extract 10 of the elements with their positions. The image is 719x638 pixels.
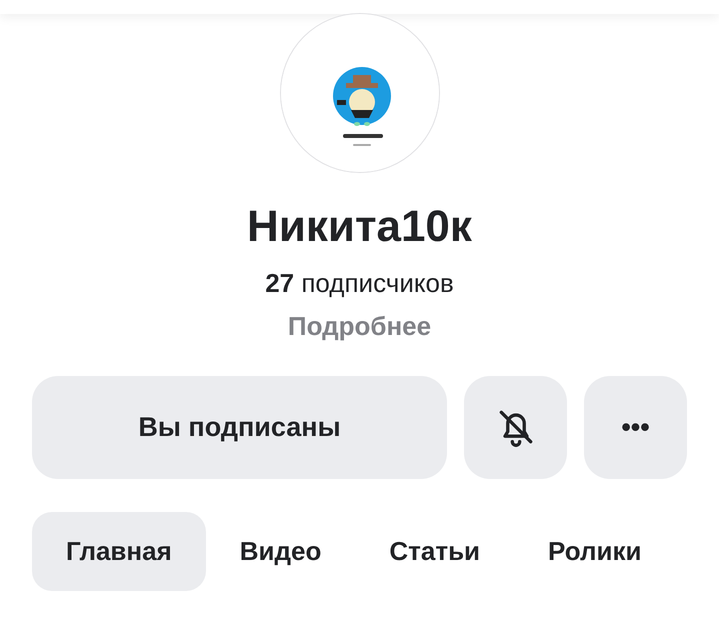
subscriber-count: 27 подписчиков <box>265 266 454 300</box>
tab[interactable]: Главная <box>32 512 206 591</box>
notifications-button[interactable] <box>464 376 567 479</box>
profile-name: Никита10к <box>247 201 472 253</box>
tab[interactable]: Ролики <box>514 512 676 591</box>
subscribed-button[interactable]: Вы подписаны <box>32 376 447 479</box>
tab[interactable]: Видео <box>206 512 356 591</box>
tab[interactable]: Статьи <box>355 512 514 591</box>
details-link[interactable]: Подробнее <box>288 306 432 346</box>
more-button[interactable]: ••• <box>584 376 687 479</box>
